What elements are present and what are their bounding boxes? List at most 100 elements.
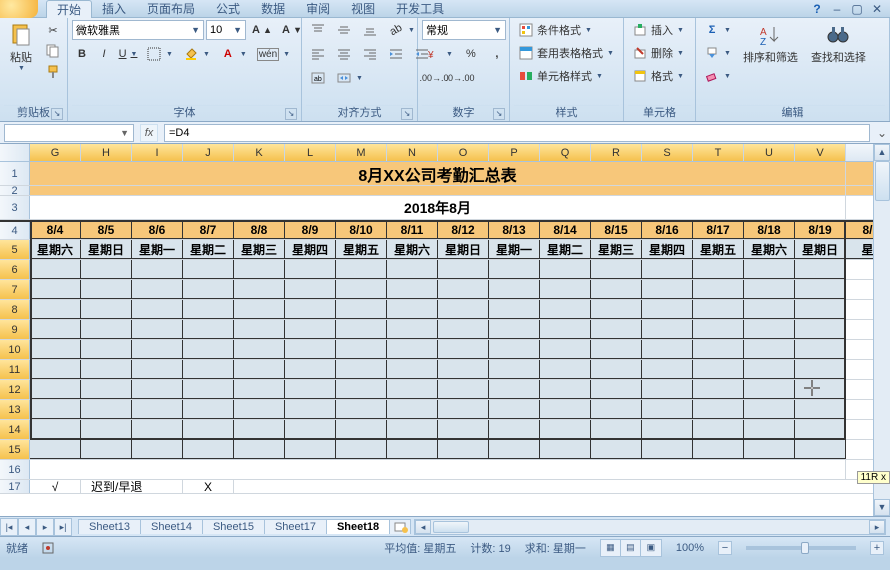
data-cell[interactable] (81, 420, 132, 439)
fill-color-button[interactable]: ▼ (179, 44, 214, 64)
border-button[interactable]: ▼ (142, 44, 177, 64)
date-cell[interactable]: 8/7 (183, 222, 234, 239)
date-cell[interactable]: 8/9 (285, 222, 336, 239)
column-header[interactable]: S (642, 144, 693, 161)
data-cell[interactable] (234, 280, 285, 299)
data-cell[interactable] (285, 260, 336, 279)
align-top-button[interactable] (306, 20, 330, 40)
row-header[interactable]: 12 (0, 380, 30, 399)
data-cell[interactable] (489, 300, 540, 319)
tab-view[interactable]: 视图 (341, 0, 386, 18)
data-cell[interactable] (438, 400, 489, 419)
date-cell[interactable]: 8/12 (438, 222, 489, 239)
data-cell[interactable] (540, 260, 591, 279)
data-cell[interactable] (540, 420, 591, 439)
decrease-indent-button[interactable] (384, 44, 408, 64)
data-cell[interactable] (285, 400, 336, 419)
data-cell[interactable] (795, 360, 846, 379)
horizontal-scrollbar[interactable]: ◂ ▸ (414, 519, 886, 535)
tab-review[interactable]: 审阅 (296, 0, 341, 18)
expand-formula-icon[interactable]: ⌄ (874, 126, 890, 140)
dow-cell[interactable]: 星期三 (234, 240, 285, 259)
data-cell[interactable] (30, 420, 81, 439)
data-cell[interactable] (285, 420, 336, 439)
date-cell[interactable]: 8/11 (387, 222, 438, 239)
data-cell[interactable] (693, 440, 744, 459)
dow-cell[interactable]: 星期日 (438, 240, 489, 259)
scroll-right-icon[interactable]: ▸ (869, 520, 885, 534)
data-cell[interactable] (387, 260, 438, 279)
office-button[interactable] (0, 0, 38, 18)
data-cell[interactable] (642, 440, 693, 459)
date-cell[interactable]: 8/8 (234, 222, 285, 239)
data-cell[interactable] (540, 380, 591, 399)
data-cell[interactable] (591, 420, 642, 439)
data-cell[interactable] (540, 400, 591, 419)
data-cell[interactable] (744, 440, 795, 459)
data-cell[interactable] (795, 400, 846, 419)
tab-nav-next[interactable]: ▸ (36, 518, 54, 536)
data-cell[interactable] (132, 420, 183, 439)
align-center-button[interactable] (332, 44, 356, 64)
date-cell[interactable]: 8/16 (642, 222, 693, 239)
slider-thumb[interactable] (801, 542, 809, 554)
tab-nav-prev[interactable]: ◂ (18, 518, 36, 536)
data-cell[interactable] (183, 420, 234, 439)
data-cell[interactable] (489, 400, 540, 419)
macro-record-icon[interactable] (42, 542, 54, 554)
data-cell[interactable] (591, 260, 642, 279)
data-cell[interactable] (693, 380, 744, 399)
date-cell[interactable]: 8/4 (30, 222, 81, 239)
data-cell[interactable] (438, 300, 489, 319)
name-box[interactable]: ▼ (4, 124, 134, 142)
wrap-text-button[interactable]: ab (306, 68, 330, 88)
data-cell[interactable] (81, 400, 132, 419)
data-cell[interactable] (489, 340, 540, 359)
dow-cell[interactable]: 星期一 (132, 240, 183, 259)
data-cell[interactable] (183, 380, 234, 399)
dow-cell[interactable]: 星期二 (540, 240, 591, 259)
data-cell[interactable] (285, 280, 336, 299)
data-cell[interactable] (183, 320, 234, 339)
font-size-combo[interactable]: 10▼ (206, 20, 246, 40)
number-format-combo[interactable]: 常规▼ (422, 20, 506, 40)
date-cell[interactable]: 8/15 (591, 222, 642, 239)
data-cell[interactable] (795, 440, 846, 459)
data-cell[interactable] (438, 440, 489, 459)
sheet-tab[interactable]: Sheet13 (78, 519, 141, 534)
data-cell[interactable] (81, 360, 132, 379)
data-cell[interactable] (744, 380, 795, 399)
data-cell[interactable] (438, 260, 489, 279)
data-cell[interactable] (642, 360, 693, 379)
data-cell[interactable] (234, 320, 285, 339)
row-header[interactable]: 9 (0, 320, 30, 339)
data-cell[interactable] (591, 340, 642, 359)
data-cell[interactable] (438, 360, 489, 379)
data-cell[interactable] (693, 420, 744, 439)
data-cell[interactable] (438, 280, 489, 299)
cell-styles-button[interactable]: 单元格样式▼ (514, 66, 618, 86)
data-cell[interactable] (234, 340, 285, 359)
data-cell[interactable] (81, 260, 132, 279)
date-cell[interactable]: 8/17 (693, 222, 744, 239)
data-cell[interactable] (81, 380, 132, 399)
data-cell[interactable] (540, 440, 591, 459)
subtitle-cell[interactable]: 2018年8月 (30, 196, 846, 219)
zoom-in-button[interactable]: + (870, 541, 884, 555)
data-cell[interactable] (387, 400, 438, 419)
data-cell[interactable] (693, 300, 744, 319)
format-painter-button[interactable] (41, 62, 65, 82)
row-header[interactable]: 7 (0, 280, 30, 299)
data-cell[interactable] (489, 280, 540, 299)
autosum-button[interactable]: Σ▼ (700, 20, 735, 40)
delete-cells-button[interactable]: 删除▼ (628, 43, 688, 63)
vertical-scrollbar[interactable]: ▲ ▼ (873, 144, 890, 516)
data-cell[interactable] (336, 260, 387, 279)
column-header[interactable]: P (489, 144, 540, 161)
scroll-left-icon[interactable]: ◂ (415, 520, 431, 534)
copy-button[interactable] (41, 41, 65, 61)
data-cell[interactable] (132, 300, 183, 319)
legend-label[interactable]: 迟到/早退 (81, 480, 183, 493)
data-cell[interactable] (132, 380, 183, 399)
data-cell[interactable] (387, 280, 438, 299)
